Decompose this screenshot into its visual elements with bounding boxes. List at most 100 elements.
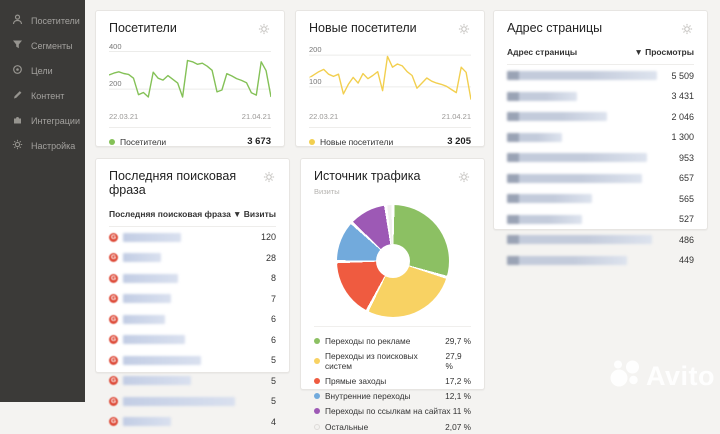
legend-dot (314, 357, 320, 364)
table-row[interactable]: G 28 (109, 248, 276, 268)
legend-item[interactable]: Внутренние переходы 12,1 % (314, 389, 471, 404)
blurred-cell (507, 194, 592, 204)
sidebar-item-label: Сегменты (31, 40, 73, 51)
legend-dot (314, 423, 320, 430)
target-icon (12, 64, 23, 77)
legend-item[interactable]: Прямые заходы 17,2 % (314, 373, 471, 388)
column-header-visits-sort[interactable]: ▼ Визиты (233, 209, 276, 219)
blurred-cell (507, 153, 647, 163)
legend-item[interactable]: Переходы по ссылкам на сайтах 11 % (314, 404, 471, 419)
row-value: 4 (270, 416, 276, 427)
widget-settings-gear-icon[interactable] (262, 170, 276, 184)
blurred-cell (123, 232, 181, 242)
table-row[interactable]: G7 (109, 289, 276, 309)
blurred-cell (123, 273, 178, 283)
favicon-icon: G (109, 273, 118, 283)
card-traffic-source: Источник трафика Визиты Переходы по рекл… (300, 158, 485, 432)
sidebar-item-label: Контент (31, 90, 65, 101)
legend-label: Внутренние переходы (325, 391, 411, 402)
table-row[interactable]: 5 509 (507, 66, 694, 86)
table-row[interactable]: 953 (507, 148, 694, 168)
column-header-views-sort[interactable]: ▼ Просмотры (634, 47, 694, 57)
legend-dot (309, 138, 315, 145)
column-header-page-address[interactable]: Адрес страницы (507, 47, 577, 57)
widget-settings-gear-icon[interactable] (457, 22, 471, 36)
favicon-icon: G (109, 376, 118, 386)
table-row[interactable]: G4 (109, 412, 276, 432)
sidebar-item-settings[interactable]: Настройка (0, 133, 85, 158)
date-from: 22.03.21 (109, 112, 139, 121)
sidebar-item-label: Цели (31, 65, 53, 76)
row-value: 449 (678, 255, 694, 266)
row-value: 6 (270, 314, 276, 325)
widget-settings-gear-icon[interactable] (457, 170, 471, 184)
card-title: Последняя поисковая фраза (109, 169, 237, 197)
table-row[interactable]: G 120 (109, 228, 276, 248)
table-row[interactable]: 449 (507, 251, 694, 271)
row-value: 5 (270, 396, 276, 407)
person-icon (12, 14, 23, 27)
table-row[interactable]: 565 (507, 189, 694, 209)
sidebar-item-visitors[interactable]: Посетители (0, 8, 85, 33)
table-row[interactable]: 486 (507, 230, 694, 250)
favicon-icon: G (109, 232, 118, 242)
table-row[interactable]: 1 300 (507, 128, 694, 148)
legend-value: 29,7 % (445, 335, 471, 346)
y-axis-label: 400 (109, 41, 124, 51)
favicon-icon: G (109, 355, 118, 365)
sidebar-item-content[interactable]: Контент (0, 83, 85, 108)
row-value: 953 (678, 152, 694, 163)
y-axis-label: 200 (109, 79, 124, 89)
card-visitors: Посетители 200 400 22.03.21 21.04.21 Посе… (95, 10, 285, 147)
legend-dot (314, 377, 320, 384)
row-value: 5 509 (671, 70, 694, 81)
table-row[interactable]: 657 (507, 169, 694, 189)
gear-icon (12, 139, 23, 152)
traffic-source-pie-chart[interactable] (336, 205, 449, 317)
table-row[interactable]: G6 (109, 310, 276, 330)
table-row[interactable]: G5 (109, 392, 276, 412)
table-row[interactable]: 3 431 (507, 87, 694, 107)
search-phrase-table: G 120 G 28 G 8 G 7 G 6 G 6 G 5 G 5 G 5 G 4 (109, 228, 276, 432)
table-row[interactable]: G5 (109, 351, 276, 371)
widget-settings-gear-icon[interactable] (257, 22, 271, 36)
widget-settings-gear-icon[interactable] (680, 22, 694, 36)
table-row[interactable]: G5 (109, 371, 276, 391)
legend-value: 17,2 % (445, 375, 471, 386)
legend-item[interactable]: Остальные 2,07 % (314, 419, 471, 434)
table-row[interactable]: 2 046 (507, 107, 694, 127)
new-visitors-line-chart[interactable]: 100 200 (309, 44, 471, 108)
blurred-cell (123, 355, 201, 365)
sidebar-item-label: Посетители (31, 15, 80, 26)
blurred-cell (123, 335, 185, 345)
legend-item[interactable]: Переходы из поисковых систем 27,9 % (314, 348, 471, 373)
favicon-icon: G (109, 253, 118, 263)
blurred-cell (507, 173, 642, 183)
sidebar-item-segments[interactable]: Сегменты (0, 33, 85, 58)
visitors-line-chart[interactable]: 200 400 (109, 41, 271, 108)
legend-label: Прямые заходы (325, 375, 387, 386)
legend-dot (109, 138, 115, 145)
table-row[interactable]: 527 (507, 210, 694, 230)
row-value: 6 (270, 334, 276, 345)
blurred-cell (507, 132, 562, 142)
sidebar-item-goals[interactable]: Цели (0, 58, 85, 83)
legend-item[interactable]: Переходы по рекламе 29,7 % (314, 333, 471, 348)
blurred-cell (123, 294, 171, 304)
blurred-cell (507, 112, 607, 122)
table-row[interactable]: G6 (109, 330, 276, 350)
row-value: 7 (270, 293, 276, 304)
new-visitors-total: 3 205 (447, 136, 471, 147)
row-value: 8 (270, 273, 276, 284)
column-header-search-phrase[interactable]: Последняя поисковая фраза (109, 209, 231, 219)
blurred-cell (507, 255, 627, 265)
blurred-cell (507, 214, 582, 224)
legend-value: 11 % (452, 406, 471, 417)
chart-legend: Посетители 3 673 (109, 128, 271, 147)
blurred-cell (123, 376, 191, 386)
blurred-cell (507, 91, 577, 101)
table-row[interactable]: G8 (109, 269, 276, 289)
pie-unit-label: Визиты (314, 187, 340, 196)
date-from: 22.03.21 (309, 112, 339, 121)
sidebar-item-integrations[interactable]: Интеграции (0, 108, 85, 133)
